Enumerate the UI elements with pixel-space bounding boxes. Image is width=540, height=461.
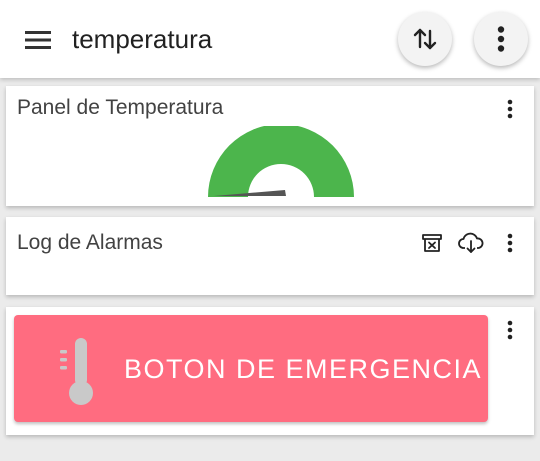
more-vert-icon (497, 26, 505, 52)
temperature-gauge (208, 126, 354, 197)
sort-arrows-icon (413, 28, 437, 50)
sort-button[interactable] (398, 12, 452, 66)
emergency-card: BOTON DE EMERGENCIA (6, 307, 534, 435)
cloud-download-icon[interactable] (458, 230, 484, 256)
card-menu-icon[interactable] (498, 316, 522, 344)
alarm-log-card: Log de Alarmas (6, 217, 534, 295)
app-title: temperatura (72, 24, 213, 54)
hamburger-menu-icon[interactable] (20, 24, 56, 56)
archive-clear-icon[interactable] (419, 230, 445, 256)
card-title: Panel de Temperatura (17, 96, 224, 119)
app-bar: temperatura (0, 0, 540, 78)
temperature-panel-card: Panel de Temperatura (6, 86, 534, 206)
emergency-label: BOTON DE EMERGENCIA (124, 354, 483, 384)
emergency-button[interactable]: BOTON DE EMERGENCIA (14, 315, 488, 422)
card-title: Log de Alarmas (17, 231, 163, 254)
more-options-button[interactable] (474, 12, 528, 66)
thermometer-icon (60, 338, 93, 405)
card-menu-icon[interactable] (498, 229, 522, 257)
card-menu-icon[interactable] (498, 95, 522, 123)
